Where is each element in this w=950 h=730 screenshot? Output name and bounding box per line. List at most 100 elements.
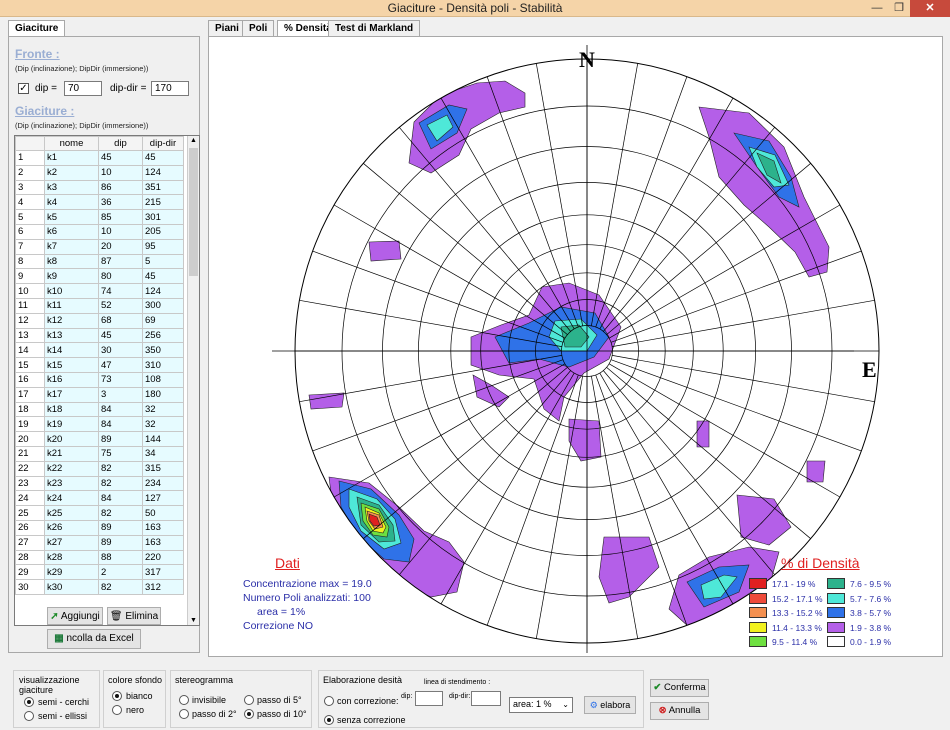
table-cell[interactable]: 52 [98,297,143,314]
table-cell[interactable]: k6 [44,223,99,240]
table-cell[interactable]: 89 [98,534,143,551]
scrollbar-thumb[interactable] [189,148,198,276]
table-cell[interactable]: k22 [44,460,99,477]
table-cell[interactable]: k20 [44,431,99,447]
table-cell[interactable]: k24 [44,490,99,507]
table-cell[interactable]: 85 [98,209,143,225]
table-cell[interactable]: k30 [44,579,99,595]
table-row[interactable]: 7 k7 20 95 [15,238,184,255]
table-cell[interactable]: k18 [44,401,99,418]
table-cell[interactable]: 124 [142,164,184,181]
scroll-up-icon[interactable]: ▲ [190,137,197,144]
conferma-button[interactable]: ✔ Conferma [650,679,709,697]
table-row[interactable]: 3 k3 86 351 [15,179,184,196]
table-cell[interactable]: 84 [98,401,143,418]
table-cell[interactable]: k14 [44,342,99,359]
table-cell[interactable]: 75 [98,445,143,462]
table-row[interactable]: 17 k17 3 180 [15,386,184,403]
tab-giaciture[interactable]: Giaciture [8,20,66,36]
table-cell[interactable]: 82 [98,579,143,595]
table-cell[interactable]: 45 [142,268,184,285]
table-cell[interactable]: 32 [142,401,184,418]
table-row[interactable]: 28 k28 88 220 [15,549,184,566]
table-cell[interactable]: k26 [44,519,99,536]
table-cell[interactable]: 220 [142,549,184,566]
table-row[interactable]: 14 k14 30 350 [15,342,184,359]
table-row[interactable]: 16 k16 73 108 [15,371,184,388]
table-cell[interactable]: 86 [98,179,143,196]
table-cell[interactable]: 215 [142,194,184,211]
table-cell[interactable]: 124 [142,283,184,299]
table-row[interactable]: 9 k9 80 45 [15,268,184,285]
table-row[interactable]: 15 k15 47 310 [15,357,184,373]
table-cell[interactable]: 45 [142,150,184,166]
table-cell[interactable]: 68 [98,312,143,329]
radio-semi-ellissi[interactable] [24,711,34,721]
table-cell[interactable]: 82 [98,460,143,477]
add-button[interactable]: ➚ Aggiungi [47,607,103,625]
table-cell[interactable]: 87 [98,253,143,270]
annulla-button[interactable]: ⊗ Annulla [650,702,709,720]
dipdir-input[interactable]: 170 [151,81,189,96]
table-cell[interactable]: 234 [142,475,184,492]
table-cell[interactable]: 315 [142,460,184,477]
elabora-button[interactable]: ⚙ elabora [584,696,636,714]
table-cell[interactable]: k11 [44,297,99,314]
table-cell[interactable]: 127 [142,490,184,507]
radio-bianco[interactable] [112,691,122,701]
radio-passo-10[interactable] [244,709,254,719]
table-cell[interactable]: 2 [98,564,143,581]
table-cell[interactable]: 80 [98,268,143,285]
table-cell[interactable]: 45 [98,150,143,166]
area-select[interactable]: area: 1 % ⌄ [509,697,573,713]
table-cell[interactable]: k8 [44,253,99,270]
col-dipdir[interactable]: dip-dir [142,136,184,151]
table-cell[interactable]: 163 [142,534,184,551]
tab-piani[interactable]: Piani [208,20,246,36]
linea-dipdir-input[interactable] [471,691,501,706]
radio-con-correzione[interactable] [324,696,334,706]
table-cell[interactable]: 84 [98,490,143,507]
table-cell[interactable]: 180 [142,386,184,403]
radio-semi-cerchi[interactable] [24,697,34,707]
radio-senza-correzione[interactable] [324,715,334,725]
table-cell[interactable]: 163 [142,519,184,536]
table-cell[interactable]: 74 [98,283,143,299]
table-cell[interactable]: 351 [142,179,184,196]
radio-passo-5[interactable] [244,695,254,705]
table-cell[interactable]: 50 [142,505,184,521]
table-cell[interactable]: 301 [142,209,184,225]
table-row[interactable]: 26 k26 89 163 [15,519,184,536]
table-row[interactable]: 13 k13 45 256 [15,327,184,344]
paste-excel-button[interactable]: ▦ ncolla da Excel [47,629,141,649]
table-cell[interactable]: k12 [44,312,99,329]
table-cell[interactable]: k19 [44,416,99,433]
col-nome[interactable]: nome [44,136,99,151]
table-cell[interactable]: k4 [44,194,99,211]
table-cell[interactable]: 89 [98,519,143,536]
table-row[interactable]: 22 k22 82 315 [15,460,184,477]
table-cell[interactable]: 20 [98,238,143,255]
table-cell[interactable]: 312 [142,579,184,595]
table-cell[interactable]: k3 [44,179,99,196]
table-cell[interactable]: 45 [98,327,143,344]
table-cell[interactable]: k21 [44,445,99,462]
table-row[interactable]: 24 k24 84 127 [15,490,184,507]
table-cell[interactable]: k27 [44,534,99,551]
table-cell[interactable]: 47 [98,357,143,373]
radio-invisibile[interactable] [179,695,189,705]
tab-poli[interactable]: Poli [242,20,275,36]
table-row[interactable]: 19 k19 84 32 [15,416,184,433]
radio-nero[interactable] [112,705,122,715]
table-cell[interactable]: k10 [44,283,99,299]
radio-passo-2[interactable] [179,709,189,719]
table-row[interactable]: 11 k11 52 300 [15,297,184,314]
giaciture-table[interactable]: nome dip dip-dir 1 k1 45 45 2 k2 10 124 3 k3 86 351… [14,135,200,626]
linea-dip-input[interactable] [415,691,443,706]
table-row[interactable]: 18 k18 84 32 [15,401,184,418]
table-cell[interactable]: k17 [44,386,99,403]
table-row[interactable]: 1 k1 45 45 [15,150,184,166]
tab-markland[interactable]: Test di Markland [328,20,421,36]
table-row[interactable]: 27 k27 89 163 [15,534,184,551]
table-cell[interactable]: k5 [44,209,99,225]
